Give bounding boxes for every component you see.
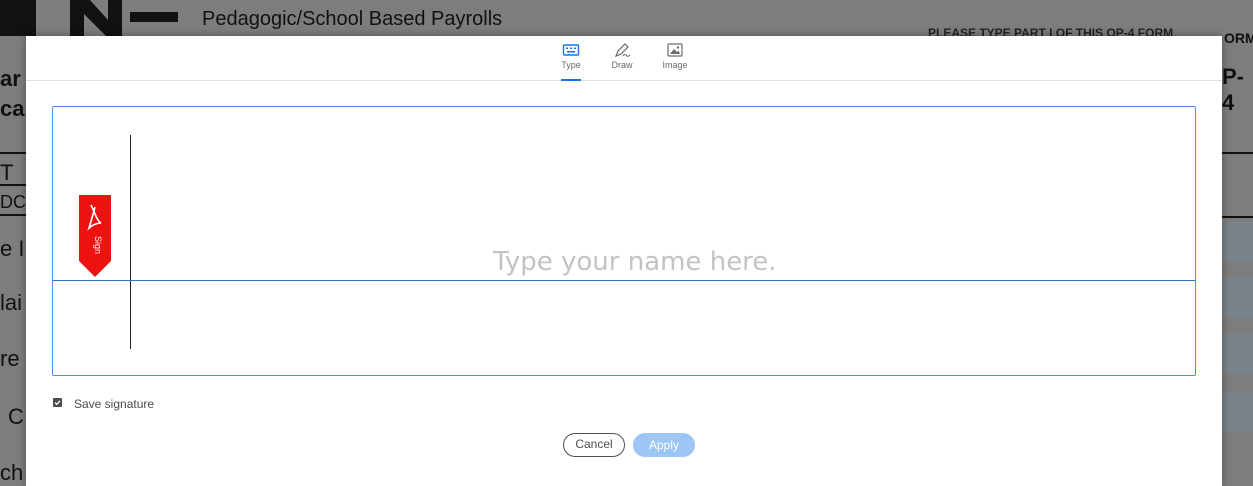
document-title: Pedagogic/School Based Payrolls	[202, 8, 503, 30]
tab-label: Draw	[611, 60, 633, 70]
signature-mode-tabs: Type Draw Image	[26, 36, 1222, 81]
form-number-fragment: P-4	[1222, 64, 1244, 115]
cancel-button[interactable]: Cancel	[563, 433, 625, 457]
doc-rule	[0, 214, 26, 216]
signature-input-area[interactable]: Sign Type your name here.	[52, 106, 1196, 376]
tab-label: Type	[561, 60, 581, 70]
doc-form-field	[1222, 278, 1253, 318]
image-icon	[667, 43, 683, 57]
doc-fragment: lai	[0, 290, 23, 315]
save-signature-label: Save signature	[74, 397, 155, 411]
doc-rule	[0, 184, 26, 186]
tab-draw[interactable]: Draw	[599, 42, 645, 80]
pen-icon	[614, 43, 631, 58]
doc-form-field	[1222, 334, 1253, 374]
signature-baseline	[53, 280, 1195, 281]
save-signature-checkbox[interactable]	[53, 398, 62, 407]
nyc-logo	[0, 0, 178, 36]
checkmark-icon	[54, 400, 61, 406]
tab-label: Image	[662, 60, 688, 70]
tab-type[interactable]: Type	[548, 42, 594, 81]
form-code-fragment: ORM	[1224, 30, 1253, 46]
sign-flag-label: Sign	[93, 236, 103, 254]
apply-button[interactable]: Apply	[633, 433, 695, 457]
doc-fragment: DC	[0, 192, 26, 212]
text-caret	[130, 135, 131, 349]
document-notice: PLEASE TYPE PART I OF THIS OP-4 FORM	[928, 26, 1174, 36]
doc-rule	[1222, 152, 1253, 154]
doc-fragment: e I	[0, 236, 25, 261]
signature-placeholder: Type your name here.	[493, 247, 777, 277]
sign-here-flag: Sign	[79, 195, 111, 277]
doc-fragment: ca	[0, 96, 25, 121]
doc-fragment: ar	[0, 66, 21, 91]
doc-fragment: re	[0, 346, 20, 371]
doc-fragment: C	[8, 404, 24, 429]
doc-form-field	[1222, 222, 1253, 262]
doc-rule	[0, 152, 26, 154]
keyboard-icon	[562, 44, 580, 56]
doc-fragment: ch	[0, 460, 24, 485]
doc-form-field	[1222, 392, 1253, 432]
tab-image[interactable]: Image	[652, 42, 698, 80]
doc-fragment: T	[0, 160, 14, 185]
doc-rule	[1222, 216, 1253, 218]
signature-dialog: Type Draw Image Sign Type your name here…	[26, 36, 1222, 486]
